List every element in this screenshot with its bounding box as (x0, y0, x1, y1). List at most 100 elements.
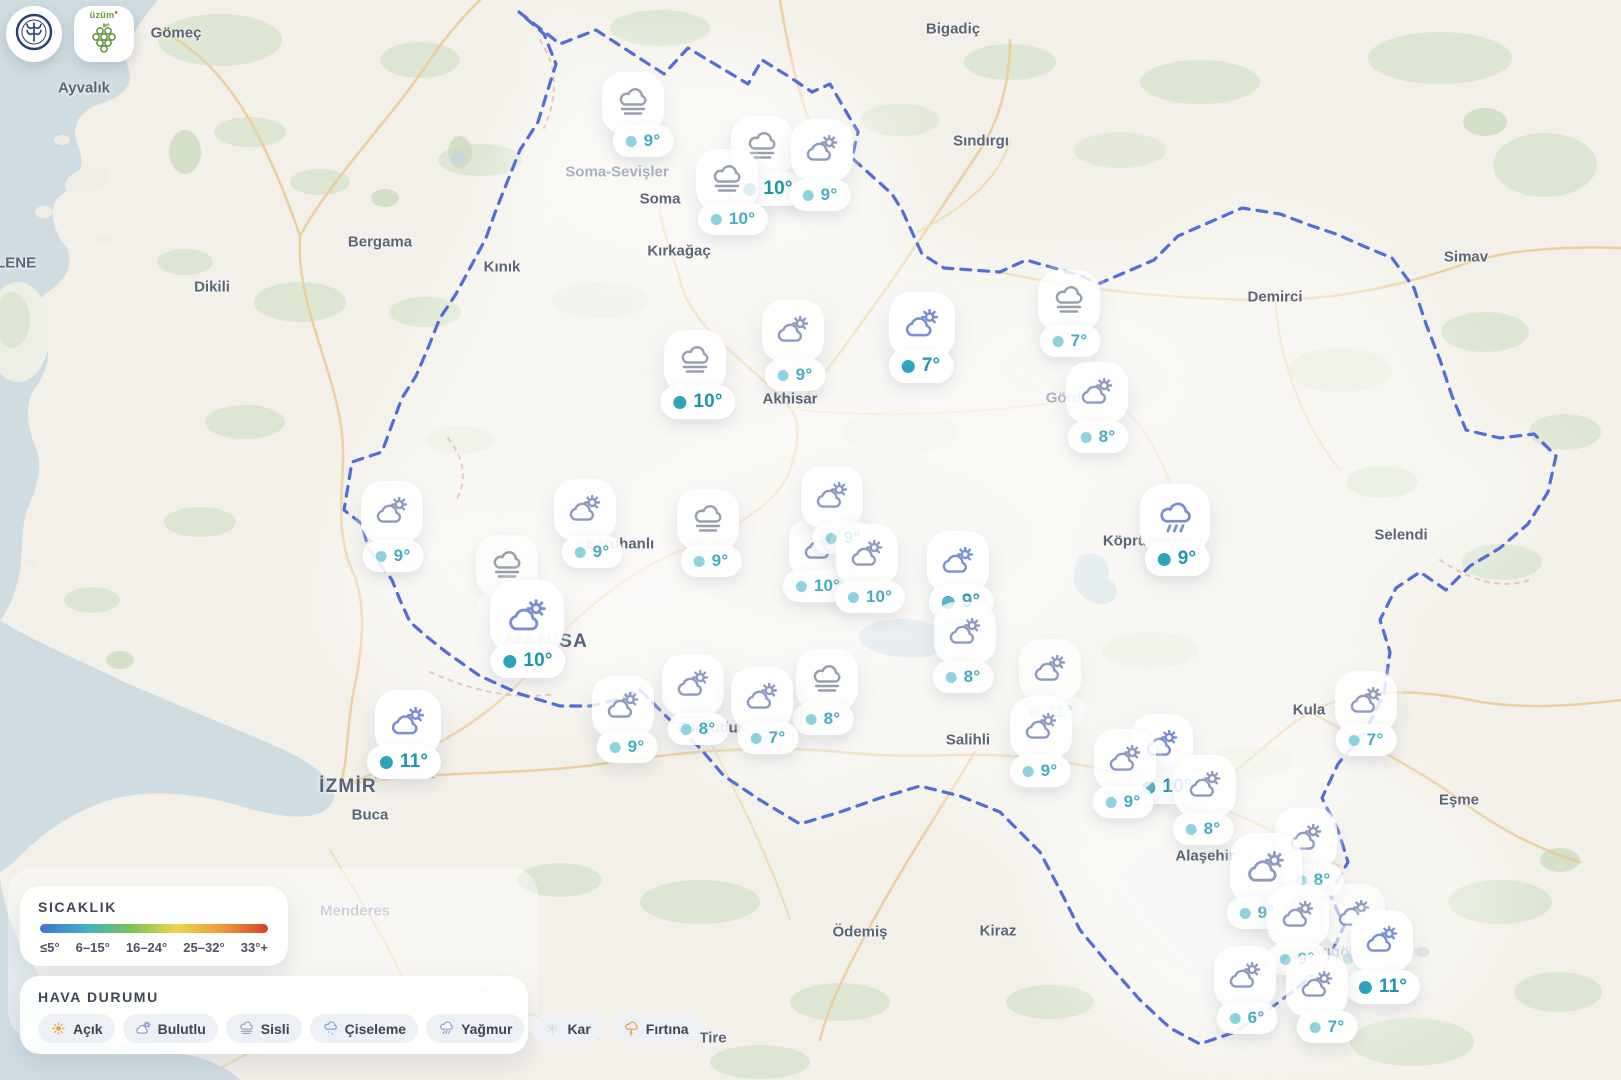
weather-marker-card[interactable] (1066, 362, 1128, 424)
weather-marker-card[interactable] (1286, 955, 1348, 1017)
temperature-value: 10° (763, 178, 792, 200)
weather-marker-card[interactable] (1010, 697, 1072, 759)
uzum-logo-button[interactable]: üzüm● (74, 6, 134, 62)
temperature-pill[interactable]: 7° (1040, 325, 1101, 357)
temperature-pill[interactable]: 9° (562, 536, 623, 568)
weather-marker-card[interactable] (490, 580, 564, 654)
weather-marker-card[interactable] (801, 466, 863, 528)
weather-marker-card[interactable] (1267, 885, 1329, 947)
temperature-pill[interactable]: 9° (765, 359, 826, 391)
weather-marker-card[interactable] (1038, 270, 1100, 332)
temperature-pill[interactable]: 10° (698, 203, 768, 235)
temperature-pill[interactable]: 9° (1010, 755, 1071, 787)
partly-sunny-icon (849, 537, 885, 573)
weather-marker-card[interactable] (791, 119, 853, 181)
temperature-dot (1240, 908, 1251, 919)
temperature-dot (1081, 432, 1092, 443)
partly-sunny-icon (135, 1020, 152, 1037)
weather-marker-card[interactable] (762, 300, 824, 362)
temperature-dot (848, 592, 859, 603)
temperature-dot (1186, 824, 1197, 835)
weather-marker-card[interactable] (1214, 946, 1276, 1008)
temperature-pill[interactable]: 9° (1093, 786, 1154, 818)
temperature-value: 10° (866, 587, 892, 607)
storm-icon (623, 1020, 640, 1037)
weather-marker-card[interactable] (836, 524, 898, 586)
temperature-dot (902, 360, 915, 373)
weather-marker-card[interactable] (934, 602, 996, 664)
temperature-pill[interactable]: 8° (668, 713, 729, 745)
weather-marker-card[interactable] (796, 649, 858, 711)
ministry-logo-button[interactable] (6, 6, 62, 62)
partly-sunny-icon (1245, 848, 1287, 890)
temperature-value: 6° (1248, 1008, 1265, 1028)
temperature-pill[interactable]: 7° (1297, 1011, 1358, 1043)
fog-icon (1051, 283, 1087, 319)
temperature-pill[interactable]: 9° (681, 545, 742, 577)
weather-filter-label: Fırtına (646, 1021, 689, 1037)
temperature-pill[interactable]: 8° (1068, 421, 1129, 453)
weather-marker-card[interactable] (662, 654, 724, 716)
fog-icon (615, 85, 651, 121)
temperature-pill[interactable]: 8° (933, 661, 994, 693)
temperature-pill[interactable]: 10° (835, 581, 905, 613)
temperature-pill[interactable]: 6° (1217, 1002, 1278, 1034)
temperature-value: 10° (693, 391, 722, 413)
temperature-value: 7° (1367, 730, 1384, 750)
weather-marker-card[interactable] (1094, 729, 1156, 791)
weather-marker-card[interactable] (927, 531, 989, 593)
partly-sunny-icon (1079, 375, 1115, 411)
weather-marker-card[interactable] (664, 330, 726, 392)
weather-marker-card[interactable] (731, 667, 793, 729)
weather-filter-ya-mur[interactable]: Yağmur (426, 1014, 524, 1043)
temperature-value: 9° (1124, 792, 1141, 812)
weather-filter-sisli[interactable]: Sisli (226, 1014, 302, 1043)
temperature-pill[interactable]: 9° (613, 125, 674, 157)
weather-filter-label: Açık (73, 1021, 103, 1037)
partly-sunny-icon (605, 689, 641, 725)
temperature-gradient-bar (40, 924, 268, 933)
temperature-pill[interactable]: 7° (738, 722, 799, 754)
weather-marker-card[interactable] (592, 676, 654, 738)
temperature-value: 9° (1178, 548, 1197, 570)
ministry-emblem-icon (13, 11, 55, 58)
weather-marker-card[interactable] (554, 479, 616, 541)
temperature-pill[interactable]: 11° (1346, 970, 1420, 1004)
temperature-pill[interactable]: 7° (1336, 724, 1397, 756)
temperature-pill[interactable]: 7° (889, 349, 954, 383)
temperature-pill[interactable]: 11° (367, 745, 441, 779)
partly-sunny-icon (506, 596, 549, 639)
temperature-pill[interactable]: 9° (1145, 542, 1210, 576)
temperature-pill[interactable]: 9° (363, 540, 424, 572)
weather-filter-a-k[interactable]: Açık (38, 1014, 115, 1043)
weather-filter-iseleme[interactable]: Çiseleme (310, 1014, 418, 1043)
temperature-value: 11° (1379, 976, 1407, 998)
partly-sunny-icon (1227, 959, 1263, 995)
temperature-pill[interactable]: 9° (790, 179, 851, 211)
weather-filter-bulutlu[interactable]: Bulutlu (123, 1014, 218, 1043)
weather-filter-f-rt-na[interactable]: Fırtına (611, 1014, 701, 1043)
temperature-pill[interactable]: 9° (597, 731, 658, 763)
weather-marker-card[interactable] (1174, 755, 1236, 817)
temperature-dot (681, 724, 692, 735)
partly-sunny-icon (389, 704, 427, 742)
temperature-tick: 6–15° (76, 940, 110, 955)
temperature-dot (1023, 766, 1034, 777)
weather-marker-card[interactable] (677, 489, 739, 551)
weather-filter-kar[interactable]: Kar (532, 1014, 602, 1043)
temperature-pill[interactable]: 8° (1173, 813, 1234, 845)
partly-sunny-icon (1023, 710, 1059, 746)
weather-marker-card[interactable] (1351, 910, 1413, 972)
temperature-value: 7° (1328, 1017, 1345, 1037)
partly-sunny-icon (775, 313, 811, 349)
temperature-dot (1230, 1013, 1241, 1024)
temperature-dot (694, 556, 705, 567)
weather-marker-card[interactable] (361, 481, 423, 543)
temperature-pill[interactable]: 8° (793, 703, 854, 735)
temperature-pill[interactable]: 10° (660, 385, 735, 419)
rain-icon (438, 1020, 455, 1037)
weather-marker-card[interactable] (696, 149, 758, 211)
weather-marker-card[interactable] (1019, 639, 1081, 701)
temperature-tick-labels: ≤5°6–15°16–24°25–32°33°+ (38, 940, 270, 955)
temperature-pill[interactable]: 10° (490, 644, 565, 678)
